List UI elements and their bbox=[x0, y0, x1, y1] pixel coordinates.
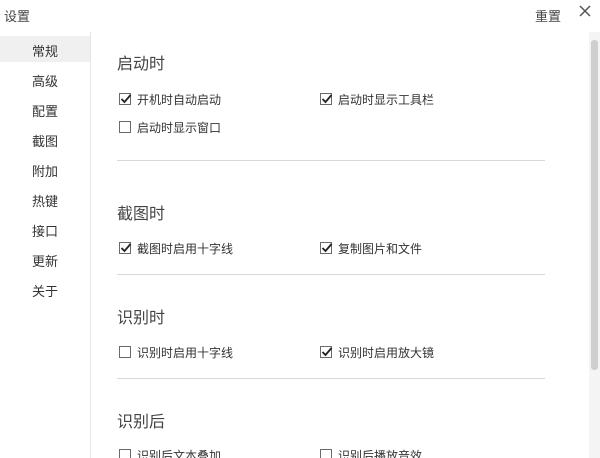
checkbox-label: 识别时启用十字线 bbox=[137, 345, 234, 360]
checkbox[interactable] bbox=[320, 242, 333, 254]
sidebar-item-advanced[interactable]: 高级 bbox=[0, 66, 90, 92]
checkbox-row[interactable]: 识别时启用放大镜 bbox=[320, 343, 434, 361]
sidebar-item-label: 截图 bbox=[32, 135, 59, 150]
checkmark-icon bbox=[120, 94, 132, 104]
sidebar-item-about[interactable]: 关于 bbox=[0, 276, 90, 302]
checkbox-label: 识别后文本叠加 bbox=[137, 448, 222, 458]
checkbox[interactable] bbox=[119, 121, 131, 133]
section-divider bbox=[117, 274, 545, 275]
sidebar-item-config[interactable]: 配置 bbox=[0, 96, 90, 122]
reset-button[interactable]: 重置 bbox=[535, 6, 561, 25]
section-title-after-recognition: 识别后 bbox=[117, 412, 166, 431]
checkmark-icon bbox=[321, 347, 333, 357]
sidebar-item-label: 附加 bbox=[32, 165, 59, 180]
section-divider bbox=[117, 378, 545, 379]
scrollbar-thumb[interactable] bbox=[591, 40, 598, 370]
section-title-recognition: 识别时 bbox=[117, 308, 166, 327]
checkbox-row[interactable]: 识别时启用十字线 bbox=[119, 343, 233, 361]
sidebar-item-screenshot[interactable]: 截图 bbox=[0, 126, 90, 152]
checkbox-label: 复制图片和文件 bbox=[338, 241, 423, 256]
vertical-scrollbar[interactable] bbox=[589, 32, 600, 458]
checkbox[interactable] bbox=[119, 449, 131, 458]
checkbox-row[interactable]: 启动时显示窗口 bbox=[119, 118, 221, 136]
sidebar-item-addons[interactable]: 附加 bbox=[0, 156, 90, 182]
settings-content: 启动时 开机时自动启动 启动时显示工具栏 启动时显示窗口 截图时 截图时启用十字… bbox=[92, 32, 588, 458]
checkbox[interactable] bbox=[320, 93, 333, 105]
section-title-startup: 启动时 bbox=[117, 54, 166, 73]
close-button[interactable] bbox=[577, 3, 593, 19]
sidebar-item-general[interactable]: 常规 bbox=[0, 36, 90, 62]
checkmark-icon bbox=[321, 243, 333, 253]
sidebar-item-label: 关于 bbox=[32, 285, 59, 300]
checkbox-row[interactable]: 启动时显示工具栏 bbox=[320, 90, 434, 108]
sidebar-item-label: 常规 bbox=[32, 45, 59, 60]
checkbox-label: 启动时显示工具栏 bbox=[338, 92, 435, 107]
sidebar-item-label: 配置 bbox=[32, 105, 59, 120]
sidebar-item-label: 热键 bbox=[32, 195, 59, 210]
checkbox[interactable] bbox=[119, 346, 131, 358]
checkbox[interactable] bbox=[119, 242, 132, 254]
checkbox-row[interactable]: 开机时自动启动 bbox=[119, 90, 221, 108]
sidebar-item-hotkeys[interactable]: 热键 bbox=[0, 186, 90, 212]
window-title: 设置 bbox=[4, 10, 31, 25]
checkbox-row[interactable]: 截图时启用十字线 bbox=[119, 239, 233, 257]
sidebar-item-label: 更新 bbox=[32, 255, 59, 270]
sidebar-item-label: 高级 bbox=[32, 75, 59, 90]
section-title-screenshot: 截图时 bbox=[117, 204, 166, 223]
checkbox-label: 开机时自动启动 bbox=[137, 92, 222, 107]
checkbox-row[interactable]: 识别后文本叠加 bbox=[119, 446, 221, 458]
checkbox[interactable] bbox=[320, 449, 332, 458]
checkmark-icon bbox=[321, 94, 333, 104]
close-icon bbox=[579, 5, 591, 17]
checkbox-label: 启动时显示窗口 bbox=[137, 120, 222, 135]
sidebar-item-update[interactable]: 更新 bbox=[0, 246, 90, 272]
checkbox[interactable] bbox=[320, 346, 333, 358]
sidebar: 常规 高级 配置 截图 附加 热键 接口 更新 关于 bbox=[0, 32, 91, 458]
checkmark-icon bbox=[120, 243, 132, 253]
checkbox-row[interactable]: 识别后播放音效 bbox=[320, 446, 422, 458]
checkbox-label: 识别后播放音效 bbox=[338, 448, 423, 458]
checkbox-label: 识别时启用放大镜 bbox=[338, 345, 435, 360]
settings-window: 设置 重置 常规 高级 配置 截图 附加 热键 接口 更新 关于 启动时 开机时… bbox=[0, 0, 600, 458]
checkbox-row[interactable]: 复制图片和文件 bbox=[320, 239, 422, 257]
sidebar-item-api[interactable]: 接口 bbox=[0, 216, 90, 242]
checkbox[interactable] bbox=[119, 93, 132, 105]
checkbox-label: 截图时启用十字线 bbox=[137, 241, 234, 256]
section-divider bbox=[117, 160, 545, 161]
sidebar-item-label: 接口 bbox=[32, 225, 59, 240]
